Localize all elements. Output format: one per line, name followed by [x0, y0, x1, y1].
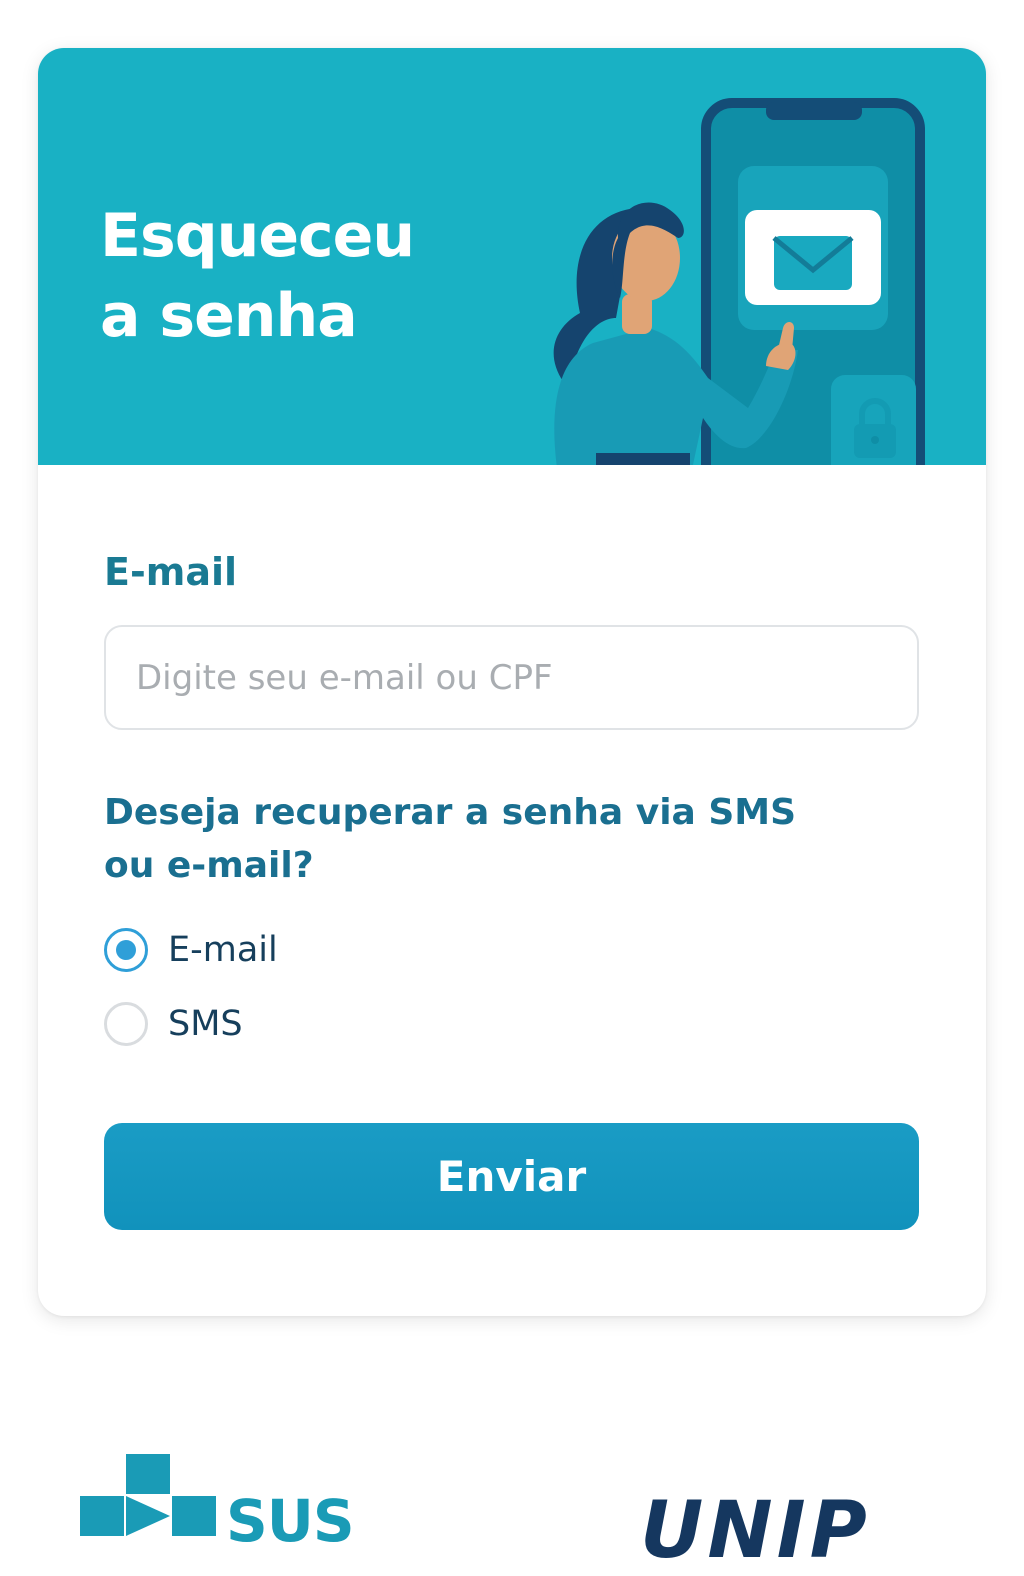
- radio-sms-label[interactable]: SMS: [168, 1002, 243, 1046]
- page-title-line2: a senha: [100, 281, 358, 351]
- hero-banner: Esqueceu a senha: [38, 48, 986, 465]
- email-input[interactable]: [104, 625, 919, 730]
- radio-email-label[interactable]: E-mail: [168, 928, 278, 972]
- woman-phone-illustration: [553, 98, 925, 465]
- submit-button[interactable]: Enviar: [104, 1123, 919, 1230]
- password-recovery-card: Esqueceu a senha E-mail Digite seu e-mai…: [38, 48, 986, 1316]
- page-title-line1: Esqueceu: [100, 201, 415, 271]
- page-title: Esqueceu a senha: [100, 196, 500, 356]
- radio-option-email[interactable]: E-mail: [104, 928, 278, 972]
- radio-sms[interactable]: [104, 1002, 148, 1046]
- unip-logo: UNIP: [640, 1486, 871, 1576]
- question-line2: ou e-mail?: [104, 845, 314, 886]
- sus-logo-text: SUS: [226, 1487, 355, 1555]
- question-line1: Deseja recuperar a senha via SMS: [104, 792, 797, 833]
- radio-option-sms[interactable]: SMS: [104, 1002, 243, 1046]
- footer-logos: SUS UNIP: [0, 1430, 1024, 1570]
- radio-email[interactable]: [104, 928, 148, 972]
- email-label: E-mail: [104, 550, 238, 594]
- recovery-method-question: Deseja recuperar a senha via SMS ou e-ma…: [104, 786, 864, 892]
